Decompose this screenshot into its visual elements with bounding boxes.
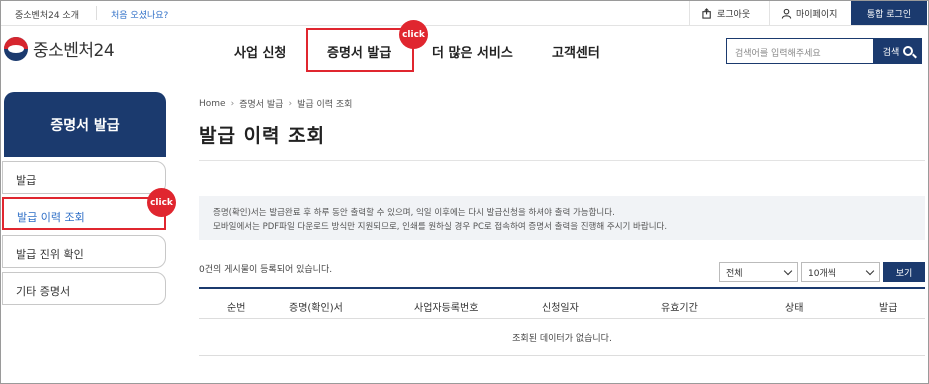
click-indicator: click [399, 20, 428, 49]
column-header: 신청일자 [542, 303, 579, 314]
column-header: 사업자등록번호 [414, 303, 479, 314]
chevron-down-icon [865, 266, 875, 275]
nav-customer-center[interactable]: 고객센터 [552, 42, 600, 61]
breadcrumb: Home › 증명서 발급 › 발급 이력 조회 [199, 97, 353, 111]
column-header: 상태 [785, 303, 804, 314]
view-button[interactable]: 보기 [883, 262, 925, 282]
chevron-down-icon [783, 266, 793, 275]
page-size-select-value: 10개씩 [808, 268, 837, 279]
government-emblem-icon [4, 36, 28, 61]
notice-box: 증명(확인)서는 발급완료 후 하루 동안 출력할 수 있으며, 익일 이후에는… [199, 196, 925, 240]
nav-more-services[interactable]: 더 많은 서비스 [432, 42, 513, 61]
intro-link[interactable]: 중소벤처24 소개 [15, 8, 79, 21]
breadcrumb-item[interactable]: 증명서 발급 [239, 97, 283, 110]
mypage-button[interactable]: 마이페이지 [769, 1, 851, 25]
search-input[interactable]: 검색어를 입력해주세요 [726, 38, 874, 64]
integrated-login-button[interactable]: 통합 로그인 [851, 1, 927, 25]
filter-select-value: 전체 [726, 268, 743, 279]
table-header: 순번 증명(확인)서 사업자등록번호 신청일자 유효기간 상태 발급 [199, 287, 925, 319]
sidebar-item-other-certificates[interactable]: 기타 증명서 [2, 272, 166, 305]
search-button-label: 검색 [882, 47, 900, 58]
column-header: 증명(확인)서 [289, 303, 343, 314]
notice-line: 모바일에서는 PDF파일 다운로드 방식만 지원되므로, 인쇄를 원하실 경우 … [213, 222, 668, 232]
logo-text: 중소벤처24 [33, 41, 115, 61]
sidebar-item-issue-history[interactable]: 발급 이력 조회 [2, 197, 166, 230]
chevron-right-icon: › [288, 98, 293, 109]
click-indicator: click [147, 188, 176, 217]
logout-button[interactable]: 로그아웃 [689, 1, 769, 25]
page-size-select[interactable]: 10개씩 [801, 262, 880, 282]
divider [199, 160, 925, 161]
logout-icon [702, 7, 711, 19]
mypage-label: 마이페이지 [796, 9, 838, 20]
notice-line: 증명(확인)서는 발급완료 후 하루 동안 출력할 수 있으며, 익일 이후에는… [213, 208, 615, 218]
column-header: 순번 [227, 303, 246, 314]
search-button[interactable]: 검색 [874, 38, 922, 64]
divider [96, 6, 97, 20]
filter-select[interactable]: 전체 [719, 262, 798, 282]
column-header: 발급 [879, 303, 898, 314]
chevron-right-icon: › [230, 98, 235, 109]
sidebar-item-authenticity-check[interactable]: 발급 진위 확인 [2, 235, 166, 268]
utility-bar: 중소벤처24 소개 처음 오셨나요? 로그아웃 마이페이지 통합 로그인 [1, 1, 928, 26]
nav-highlight-box [306, 28, 414, 72]
user-icon [781, 8, 792, 19]
sidebar-item-issue[interactable]: 발급 [2, 161, 166, 194]
first-visit-link[interactable]: 처음 오셨나요? [111, 8, 168, 21]
breadcrumb-item: 발급 이력 조회 [297, 100, 353, 110]
logout-label: 로그아웃 [717, 9, 751, 20]
sidebar-title: 증명서 발급 [4, 92, 166, 157]
search-icon [903, 46, 914, 56]
breadcrumb-home[interactable]: Home [199, 99, 226, 109]
column-header: 유효기간 [661, 303, 698, 314]
page-title: 발급 이력 조회 [199, 125, 326, 147]
nav-business-apply[interactable]: 사업 신청 [234, 42, 286, 61]
site-logo[interactable]: 중소벤처24 [4, 36, 115, 61]
result-count: 0건의 게시물이 등록되어 있습니다. [199, 265, 333, 275]
empty-row: 조회된 데이터가 없습니다. [199, 319, 925, 356]
